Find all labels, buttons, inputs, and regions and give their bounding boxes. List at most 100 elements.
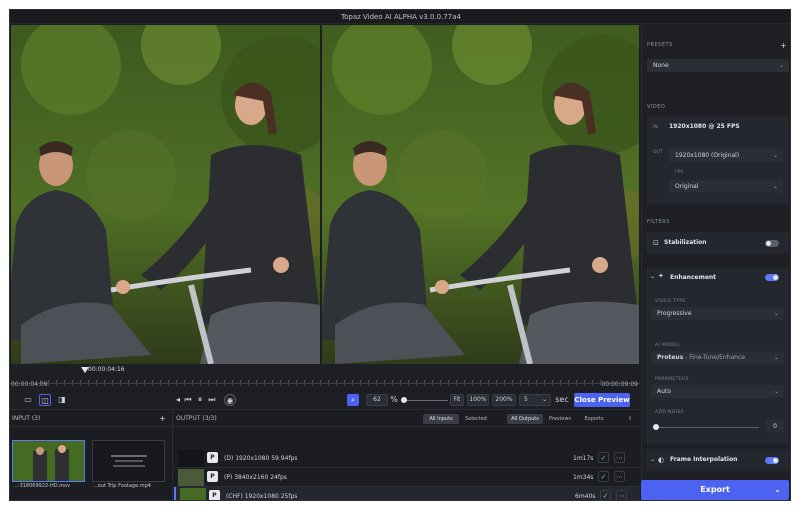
chevron-down-icon: ⌄ [773,354,779,361]
timeline-track[interactable] [10,383,640,384]
chevron-down-icon: ⌄ [778,62,784,69]
preview-viewer[interactable] [322,25,639,364]
preview-badge: P [207,452,218,463]
more-icon[interactable]: ⋯ [614,452,625,463]
in-tag: IN [653,125,658,130]
output-duration: 6m40s [575,493,596,500]
fit-button[interactable]: Fit [450,394,464,406]
add-noise-input[interactable]: 0 [766,420,784,433]
zoom-unit: % [390,395,398,404]
add-preset-icon[interactable]: + [780,41,787,50]
preset-select[interactable]: None ⌄ [647,59,789,72]
zoom-200-button[interactable]: 200% [492,394,516,406]
input-thumbnail-image [13,441,84,481]
view-exports[interactable]: Exports [579,414,609,424]
export-list-icon[interactable]: ⇪ [625,414,635,424]
view-previews[interactable]: Previews [545,414,575,424]
input-thumbnail-label: ...out Trip Footage.mp4 [93,483,151,489]
duration-unit: sec [555,395,569,404]
original-video-frame [11,25,320,364]
video-type-label: VIDEO TYPE [655,299,686,304]
chevron-down-icon[interactable]: ⌄ [650,449,655,471]
split-view-icon[interactable]: ◨ [56,394,68,406]
chevron-down-icon[interactable]: ⌄ [650,273,655,280]
prev-frame-icon[interactable]: ⏮ [182,394,194,406]
enhancement-filter: ⌄ ✦ Enhancement VIDEO TYPE Progressive ⌄ … [646,267,789,445]
zoom-input[interactable]: 62 [366,394,388,406]
enhancement-label: Enhancement [670,274,717,281]
output-row[interactable]: P (CHF) 1920x1080 25fps 6m40s ✓ ⋯ [174,487,640,500]
output-panel-title: OUTPUT (3/3) [176,415,217,422]
next-frame-icon[interactable]: ⏭ [206,394,218,406]
add-noise-slider[interactable] [655,427,759,428]
fps-select[interactable]: Original ⌄ [669,180,783,193]
zoom-slider-track[interactable] [402,400,448,401]
add-input-icon[interactable]: + [159,411,166,427]
frame-interpolation-filter[interactable]: ⌄ ◐ Frame Interpolation [646,449,789,471]
ai-model-label: AI MODEL [655,343,681,348]
parameters-select[interactable]: Auto ⌄ [651,385,784,398]
viewer-toolbar: ▭ ◫ ◨ ◂ ⏮ ⏸ ⏭ ◉ ⌕ 62 % Fit 100% 200% 5 ⌄ … [10,390,640,410]
preview-duration-value: 5 [524,396,528,403]
zoom-icon[interactable]: ⌕ [347,394,359,406]
fps-value: Original [675,183,699,190]
check-icon[interactable]: ✓ [598,471,609,482]
enhancement-icon: ✦ [658,272,664,280]
add-noise-knob[interactable] [653,424,659,430]
view-all-outputs[interactable]: All Outputs [507,414,543,424]
output-resolution-select[interactable]: 1920x1080 (Original) ⌄ [669,149,783,162]
input-thumbnail-image [93,441,164,481]
output-resolution-value: 1920x1080 (Original) [675,152,740,159]
zoom-slider-knob[interactable] [401,397,407,403]
end-time: 00:00:09:09 [601,381,638,388]
video-settings-box: IN 1920x1080 @ 25 FPS OUT 1920x1080 (Ori… [647,117,789,205]
bottom-panels: INPUT (3) + ...-318069922-HD.mov ...out T… [10,411,640,500]
chevron-down-icon: ⌄ [773,310,779,317]
pause-icon[interactable]: ⏸ [194,394,206,406]
loop-icon[interactable]: ◉ [224,394,236,406]
timeline[interactable]: 00:00:04:16 00:00:04:09 00:00:09:09 [10,364,640,390]
frame-interpolation-toggle[interactable] [765,457,779,464]
preview-duration-select[interactable]: 5 ⌄ [519,394,551,406]
check-icon[interactable]: ✓ [598,452,609,463]
export-button[interactable]: Export ⌄ [641,480,789,500]
output-duration: 1m17s [573,455,594,462]
check-icon[interactable]: ✓ [600,490,611,500]
video-type-value: Progressive [657,310,692,317]
preview-badge: P [209,490,220,500]
presets-title: PRESETS [647,42,673,48]
app-window: Topaz Video AI ALPHA v3.0.0.77a4 00:00:0… [9,9,791,501]
stabilization-filter[interactable]: ⊡ Stabilization [646,232,789,254]
chevron-down-icon[interactable]: ⌄ [774,480,781,500]
preview-badge: P [207,471,218,482]
output-row[interactable]: P (D) 1920x1080 59.94fps 1m17s ✓ ⋯ [174,449,640,468]
enhancement-toggle[interactable] [765,274,779,281]
input-panel: INPUT (3) + ...-318069922-HD.mov ...out T… [10,411,173,500]
preview-video-frame [322,25,639,364]
original-viewer[interactable] [11,25,320,364]
video-type-select[interactable]: Progressive ⌄ [651,307,784,320]
chevron-down-icon: ⌄ [772,183,778,190]
playhead-time: 00:00:04:16 [88,366,125,373]
input-thumbnail[interactable] [92,440,165,482]
side-by-side-icon[interactable]: ◫ [39,394,51,406]
filter-selected[interactable]: Selected [461,414,491,424]
stabilization-toggle[interactable] [765,240,779,247]
output-info: (D) 1920x1080 59.94fps [224,455,298,462]
more-icon[interactable]: ⋯ [614,471,625,482]
preset-select-value: None [653,62,669,69]
output-row[interactable]: P (P) 3840x2160 24fps 1m34s ✓ ⋯ [174,468,640,487]
filter-all-inputs[interactable]: All Inputs [423,414,459,424]
zoom-100-button[interactable]: 100% [467,394,489,406]
close-preview-button[interactable]: Close Preview [574,393,630,407]
more-icon[interactable]: ⋯ [616,490,627,500]
output-thumbnail [178,450,204,467]
fps-label: FPS [675,170,684,175]
output-thumbnail [178,469,204,486]
ai-model-select[interactable]: Proteus - Fine-Tune/Enhance ⌄ [651,351,784,364]
input-thumbnail[interactable] [12,440,85,482]
settings-sidebar: PRESETS + None ⌄ VIDEO IN 1920x1080 @ 25 … [641,25,790,500]
single-view-icon[interactable]: ▭ [22,394,34,406]
export-label: Export [700,485,730,494]
output-duration: 1m34s [573,474,594,481]
